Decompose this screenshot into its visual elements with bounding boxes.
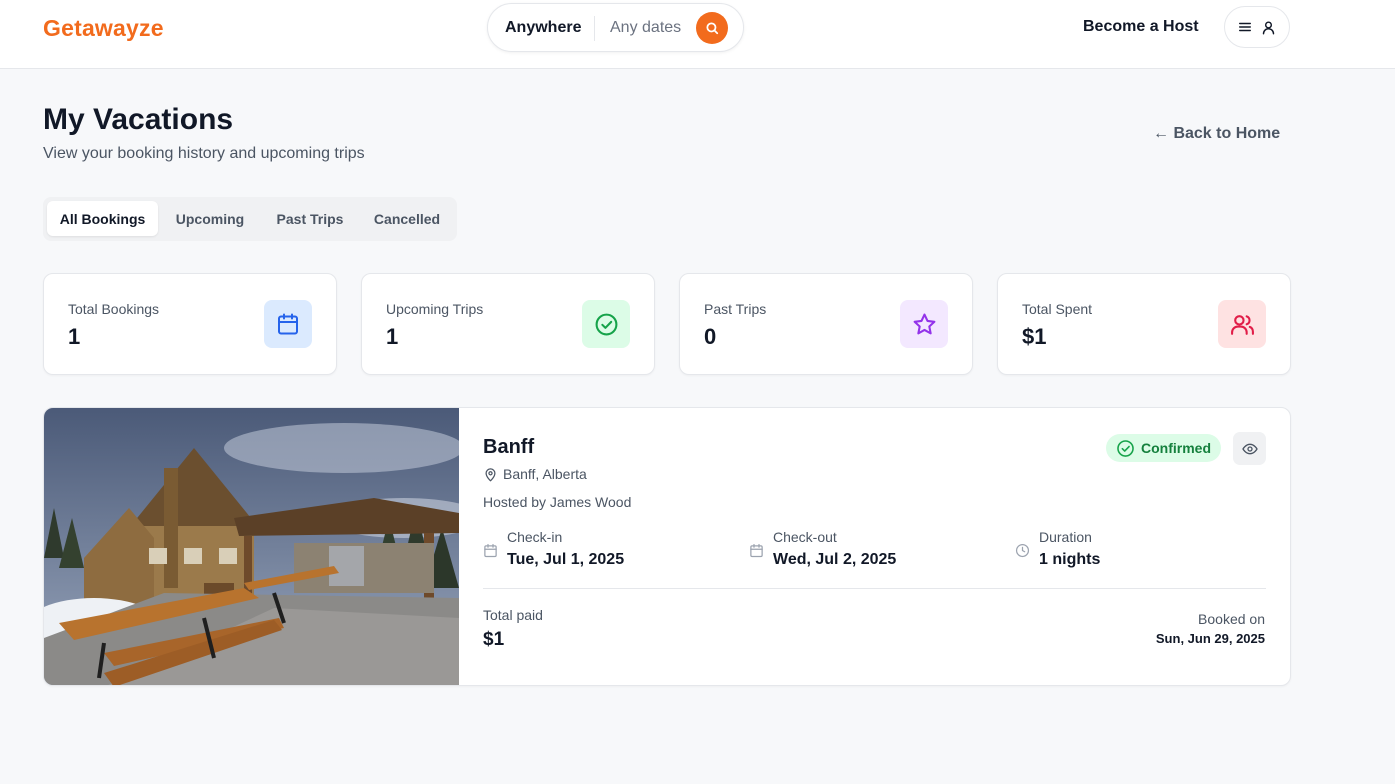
property-photo [44,408,459,685]
booking-title: Banff [483,436,535,458]
stat-label: Total Spent [1022,301,1093,317]
status-text: Confirmed [1141,440,1211,456]
search-divider [594,16,595,41]
search-icon [706,22,719,35]
search-dates[interactable]: Any dates [610,19,681,37]
stat-value: 0 [704,324,717,349]
view-booking-button[interactable] [1233,432,1266,465]
become-host-link[interactable]: Become a Host [1083,18,1199,36]
star-icon [913,313,935,334]
search-button[interactable] [696,12,728,44]
stat-icon-box [582,300,630,348]
checkin-value: Tue, Jul 1, 2025 [507,551,625,568]
checkout-label: Check-out [773,529,837,545]
checkout-value: Wed, Jul 2, 2025 [773,551,897,568]
status-badge: Confirmed [1106,434,1221,462]
user-icon [1262,20,1275,34]
stat-label: Upcoming Trips [386,301,484,317]
stat-label: Past Trips [704,301,767,317]
tab-upcoming[interactable]: Upcoming [161,201,259,236]
stat-value: 1 [68,324,81,349]
tab-past-trips[interactable]: Past Trips [263,201,357,236]
map-pin-icon [485,467,496,481]
user-menu-button[interactable] [1224,6,1290,48]
check-circle-icon [595,313,617,335]
top-navbar: Getawayze Anywhere Any dates Become a Ho… [0,0,1395,69]
search-bar[interactable]: Anywhere Any dates [487,3,744,52]
stat-card-upcoming-trips: Upcoming Trips 1 [361,273,655,375]
duration-label: Duration [1039,529,1092,545]
logo[interactable]: Getawayze [43,15,164,42]
stat-value: 1 [386,324,399,349]
booked-on-value: Sun, Jun 29, 2025 [1155,631,1265,646]
total-paid-label: Total paid [483,607,543,623]
stat-value: $1 [1022,324,1047,349]
calendar-icon [484,543,497,558]
search-location[interactable]: Anywhere [505,19,581,37]
calendar-icon [750,543,763,558]
checkin-label: Check-in [507,529,563,545]
stat-icon-box [900,300,948,348]
eye-icon [1241,443,1258,454]
back-to-home-link[interactable]: ← Back to Home [1153,125,1280,143]
stat-card-past-trips: Past Trips 0 [679,273,973,375]
stat-icon-box [1218,300,1266,348]
hosted-by: Hosted by James Wood [483,494,632,510]
clock-icon [1015,543,1030,558]
card-divider [483,588,1266,589]
page-title: My Vacations [43,103,234,136]
check-circle-icon [1117,439,1134,457]
total-paid-value: $1 [483,629,505,650]
stat-icon-box [264,300,312,348]
booking-location: Banff, Alberta [483,466,587,482]
booking-card[interactable]: Banff Banff, Alberta Hosted by James Woo… [43,407,1291,686]
location-text: Banff, Alberta [503,466,587,482]
duration-value: 1 nights [1039,551,1101,568]
page-subtitle: View your booking history and upcoming t… [43,145,365,162]
stat-card-total-bookings: Total Bookings 1 [43,273,337,375]
stat-label: Total Bookings [68,301,160,317]
tab-cancelled[interactable]: Cancelled [360,201,454,236]
menu-icon [1239,22,1251,32]
booked-on-label: Booked on [1198,611,1265,627]
tab-all-bookings[interactable]: All Bookings [47,201,158,236]
users-icon [1230,314,1254,335]
calendar-icon [278,313,298,335]
booking-tabs: All Bookings Upcoming Past Trips Cancell… [43,197,457,241]
stat-card-total-spent: Total Spent $1 [997,273,1291,375]
